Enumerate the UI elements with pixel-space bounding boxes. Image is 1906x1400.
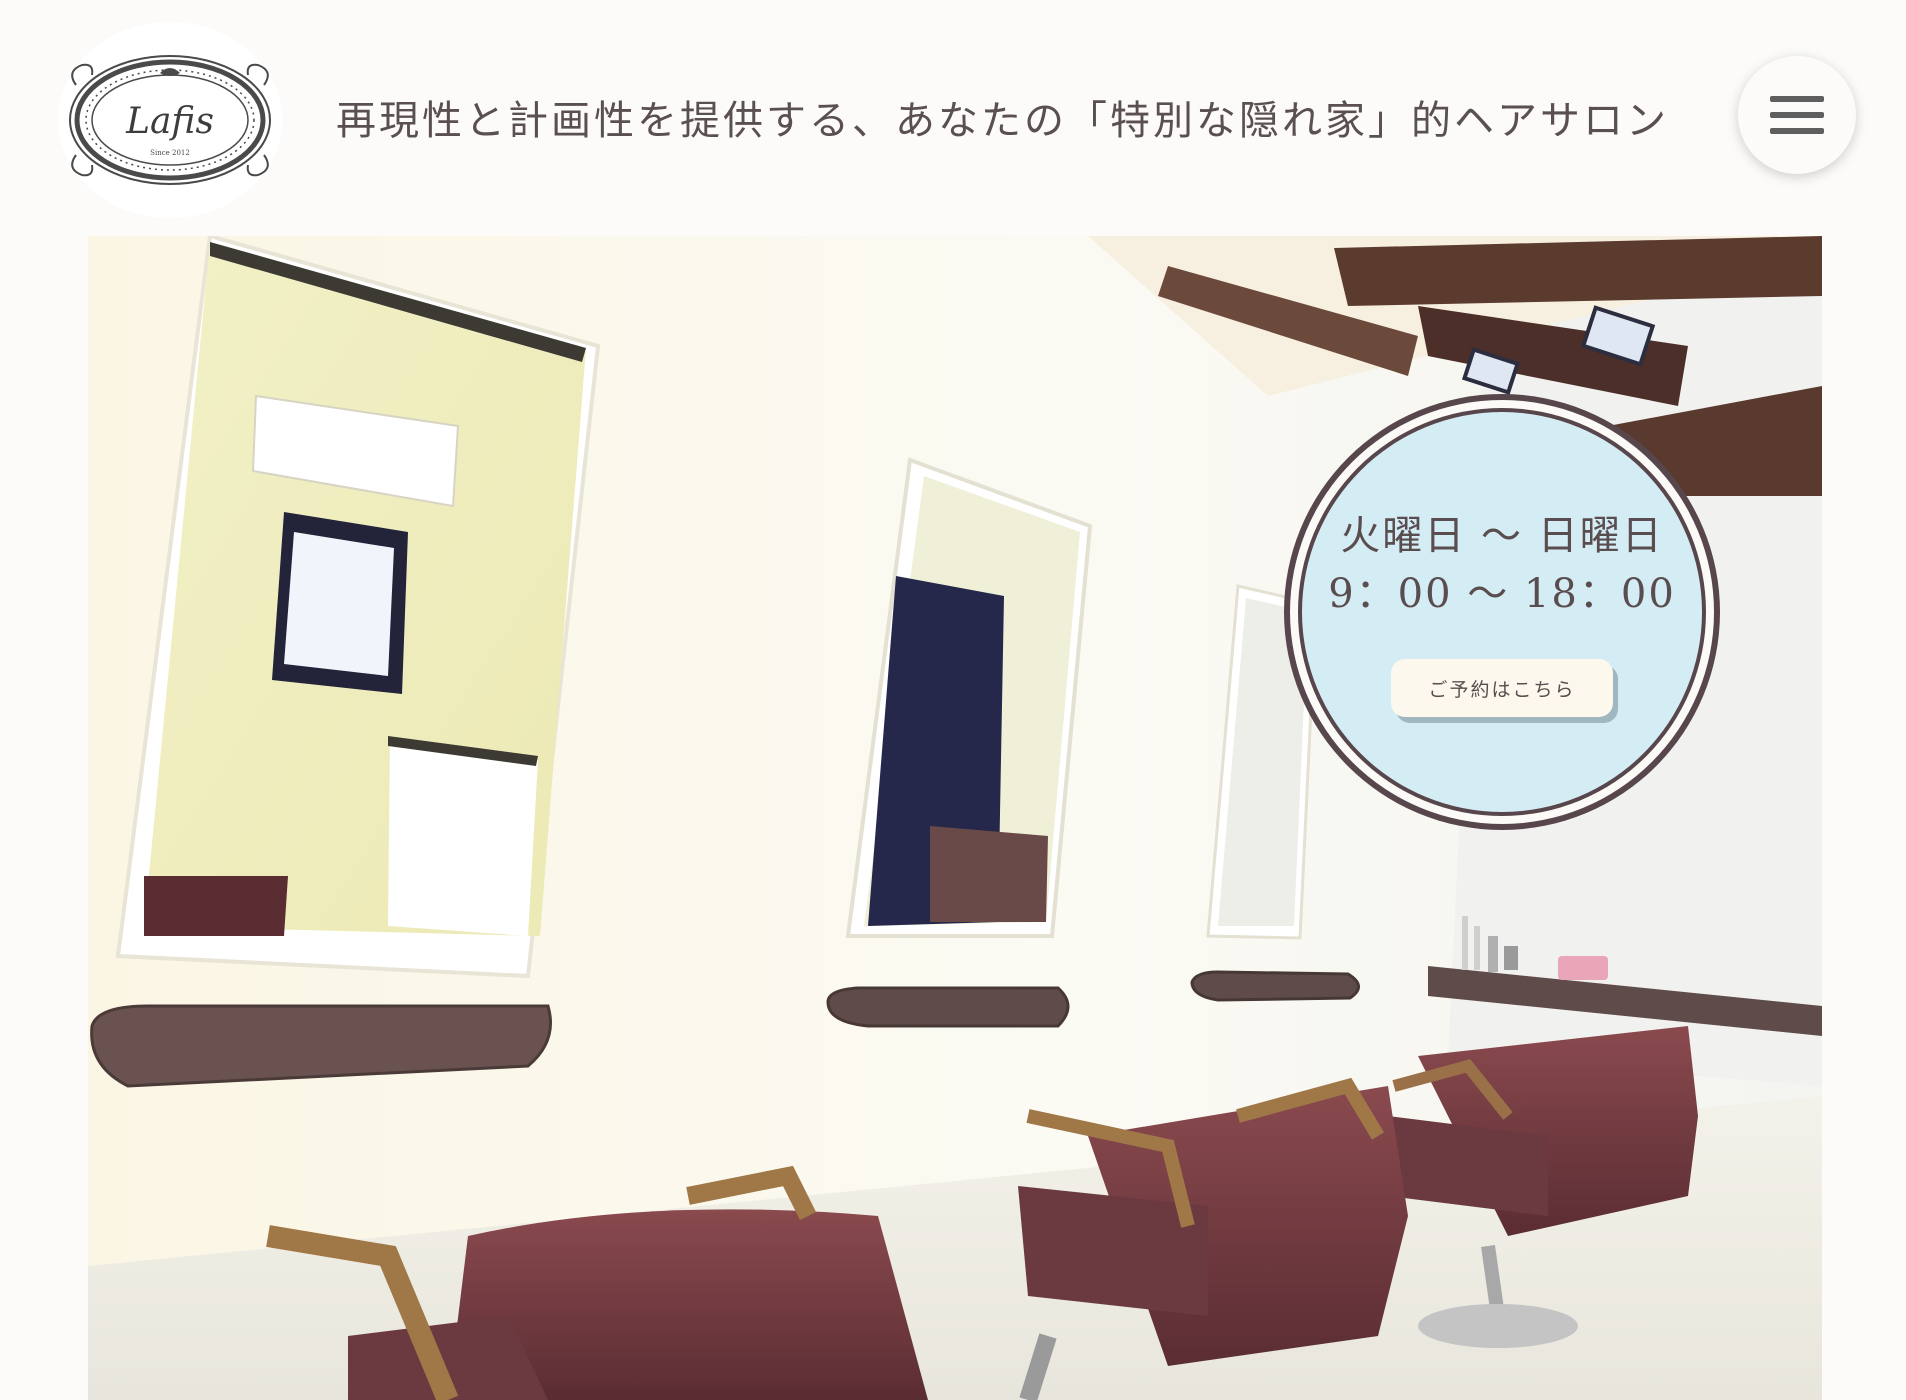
- reservation-button[interactable]: ご予約はこちら: [1391, 659, 1613, 717]
- hamburger-menu-button[interactable]: [1738, 56, 1856, 174]
- opening-days: 火曜日 〜 日曜日: [1340, 513, 1664, 559]
- logo-emblem: Lafis Since 2012: [69, 55, 271, 185]
- opening-hours-face: 火曜日 〜 日曜日 9：00 〜 18：00 ご予約はこちら: [1302, 412, 1702, 812]
- opening-time: 9：00 〜 18：00: [1328, 571, 1676, 617]
- logo-wordmark: Lafis: [125, 101, 214, 142]
- opening-hours-inner-ring: 火曜日 〜 日曜日 9：00 〜 18：00 ご予約はこちら: [1298, 408, 1706, 816]
- page: Lafis Since 2012 再現性と計画性を提供する、あなたの「特別な隠れ…: [0, 0, 1906, 1400]
- hamburger-menu-icon: [1770, 96, 1824, 134]
- logo-link[interactable]: Lafis Since 2012: [58, 22, 282, 218]
- opening-hours-ring: 火曜日 〜 日曜日 9：00 〜 18：00 ご予約はこちら: [1290, 400, 1714, 824]
- site-tagline: 再現性と計画性を提供する、あなたの「特別な隠れ家」的ヘアサロン: [336, 98, 1669, 144]
- logo-since: Since 2012: [150, 149, 190, 157]
- opening-hours-badge: 火曜日 〜 日曜日 9：00 〜 18：00 ご予約はこちら: [1284, 394, 1720, 830]
